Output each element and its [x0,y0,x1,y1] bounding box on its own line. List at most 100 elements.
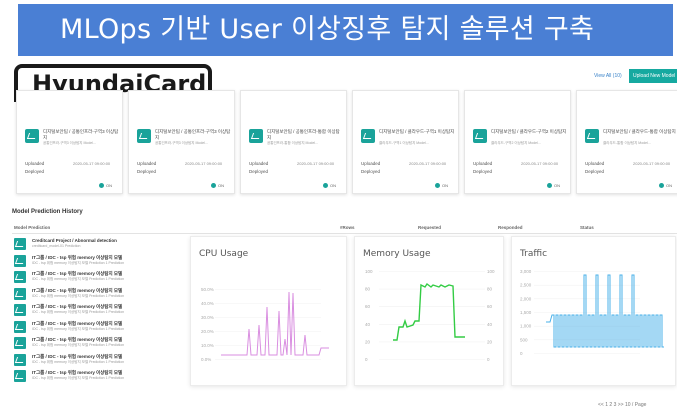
history-row-subtitle: IDC - tsp 위험 memory 이상탐지 모델 Prediction 1… [32,326,125,331]
y-tick-label: 0 [365,357,368,362]
model-card-subtitle: 클라우드-구역2 이상탐지 Model... [491,141,541,145]
history-row[interactable]: IT그룹 / IDC - tsp 위험 memory 이상탐지 모델 IDC - … [14,269,184,285]
model-card-title: 디지털보안팀 / 공통인프라-통합 이상탐지 [267,129,340,140]
col-model-prediction[interactable]: Model Prediction [14,225,50,230]
history-row[interactable]: IT그룹 / IDC - tsp 위험 memory 이상탐지 모델 IDC - … [14,335,184,351]
status-text: ON [442,183,448,188]
status-dot-icon [211,183,216,188]
uploaded-value: 2020-05-17 09:00:00 [409,161,447,166]
y-tick-label: 20.0% [201,329,214,334]
history-row[interactable]: IT그룹 / IDC - tsp 위험 memory 이상탐지 모델 IDC - … [14,253,184,269]
y-tick-label: 3,000 [520,269,532,274]
y-tick-label: 2,000 [520,296,532,301]
model-icon [249,129,263,143]
history-row-subtitle: IDC - tsp 위험 memory 이상탐지 모델 Prediction 1… [32,343,125,347]
history-row-subtitle: IDC - tsp 위험 memory 이상탐지 모델 Prediction 1… [32,310,125,314]
y-tick-label: 2,500 [520,283,532,288]
cpu-usage-chart: 50.0% 40.0% 30.0% 20.0% 10.0% 0.0% [201,287,329,362]
uploaded-value: 2020-05-17 09:00:00 [521,161,559,166]
pagination[interactable]: << 1 2 3 >> 10 / Page [598,402,646,408]
y-tick-label: 1,000 [520,324,532,329]
model-card[interactable]: 디지털보안팀 / 공통인프라-구역3 이상탐지 공통인프라-구역3 이상탐지 Mo… [16,90,123,194]
status-text: ON [666,183,672,188]
history-row-subtitle: IDC - tsp 위험 memory 이상탐지 모델 Prediction 1… [32,260,125,265]
model-card[interactable]: 디지털보안팀 / 클라우드-구역2 이상탐지클라우드-구역2 이상탐지 Mode… [464,90,571,194]
model-card-subtitle: 공통인프라-구역3 이상탐지 Model... [43,141,96,145]
memory-usage-line [393,282,465,341]
y-tick-label: 10.0% [201,343,214,348]
status-dot-icon [547,183,552,188]
status-dot-icon [99,183,104,188]
y-tick-label: 1,500 [520,310,532,315]
traffic-chart: 3,000 2,500 2,000 1,500 1,000 500 0 [520,269,664,356]
history-row-subtitle: IDC - tsp 위험 memory 이상탐지 모델 Prediction 1… [32,359,125,364]
model-card-subtitle: 클라우드-통합 이상탐지 Model... [603,141,651,145]
model-icon [25,129,39,143]
status-text: ON [218,183,224,188]
chart-icon [14,337,26,349]
uploaded-label: Uploaded [473,161,493,166]
y-tick-label: 0.0% [201,357,211,362]
col-status[interactable]: Status [580,225,594,230]
chart-icon [14,353,26,366]
model-card-title: 디지털보안팀 / 클라우드-통합 이상탐지 [603,129,676,134]
uploaded-label: Uploaded [585,161,605,166]
model-icon [137,129,151,143]
history-row-subtitle: IDC - tsp 위험 memory 이상탐지 모델 Prediction 1… [32,376,125,380]
model-card-subtitle: 공통인프라-구역3 이상탐지 Model... [155,141,208,145]
chart-icon [14,320,26,333]
col-requested[interactable]: Requested [418,225,441,230]
model-cards: 디지털보안팀 / 공통인프라-구역3 이상탐지 공통인프라-구역3 이상탐지 Mo… [10,90,677,198]
model-card-title: 디지털보안팀 / 공통인프라-구역3 이상탐지 [155,129,231,140]
deployed-label: Deployed [249,169,269,174]
upload-new-model-button[interactable]: Upload New Model [629,69,677,83]
view-all-link[interactable]: View All (10) [594,73,622,79]
status-dot-icon [323,183,328,188]
y2-tick-label: 20 [487,339,493,344]
status-dot-icon [659,183,664,188]
history-row-title: Creditcard Project / Abnormal detection [32,238,117,243]
y-tick-label: 40 [365,322,371,327]
uploaded-value: 2020-05-17 09:00:00 [633,161,671,166]
y-tick-label: 30.0% [201,315,214,320]
uploaded-value: 2020-05-17 09:00:00 [297,161,335,166]
prediction-history-title: Model Prediction History [12,209,83,215]
uploaded-label: Uploaded [361,161,381,166]
history-row[interactable]: IT그룹 / IDC - tsp 위험 memory 이상탐지 모델 IDC - … [14,302,184,318]
history-row-subtitle: creditcard_model-01 Prediction [32,244,81,248]
history-row[interactable]: IT그룹 / IDC - tsp 위험 memory 이상탐지 모델 IDC - … [14,319,184,335]
y2-tick-label: 80 [487,287,493,292]
model-icon [473,129,487,143]
deployed-label: Deployed [137,169,157,174]
col-rows[interactable]: #Rows [340,225,355,230]
model-card-subtitle: 공통인프라-통합 이상탐지 Model... [267,141,318,145]
memory-usage-chart: 100 80 60 40 20 0 100 80 60 40 20 0 [365,269,495,362]
chart-icon [14,370,26,382]
model-card-subtitle: 클라우드-구역1 이상탐지 Model... [379,141,429,145]
slide-title-banner: MLOps 기반 User 이상징후 탐지 솔루션 구축 [18,4,673,56]
model-card[interactable]: 디지털보안팀 / 클라우드-구역1 이상탐지 클라우드-구역1 이상탐지 Mode… [352,90,459,194]
history-row[interactable]: IT그룹 / IDC - tsp 위험 memory 이상탐지 모델 IDC - … [14,368,184,384]
y2-tick-label: 0 [487,357,490,362]
y-tick-label: 50.0% [201,287,214,292]
model-card-title: 디지털보안팀 / 클라우드-구역2 이상탐지 [491,129,567,134]
status-dot-icon [435,183,440,188]
traffic-line [546,274,664,348]
model-icon [361,129,375,143]
chart-icon [14,254,26,267]
col-responded[interactable]: Responded [498,225,523,230]
deployed-label: Deployed [361,169,381,174]
history-row[interactable]: IT그룹 / IDC - tsp 위험 memory 이상탐지 모델 IDC - … [14,352,184,368]
chart-icon [14,238,26,250]
y-tick-label: 500 [520,337,528,342]
model-card[interactable]: 디지털보안팀 / 공통인프라-구역3 이상탐지 공통인프라-구역3 이상탐지 Mo… [128,90,235,194]
history-row[interactable]: IT그룹 / IDC - tsp 위험 memory 이상탐지 모델 IDC - … [14,286,184,302]
model-icon [585,129,599,143]
y-tick-label: 80 [365,287,371,292]
uploaded-label: Uploaded [25,161,45,166]
chart-icon [14,304,26,316]
model-card[interactable]: 디지털보안팀 / 공통인프라-통합 이상탐지 공통인프라-통합 이상탐지 Mode… [240,90,347,194]
model-card[interactable]: 디지털보안팀 / 클라우드-통합 이상탐지클라우드-통합 이상탐지 Model.… [576,90,677,194]
y-tick-label: 60 [365,304,371,309]
history-row[interactable]: Creditcard Project / Abnormal detection c… [14,236,184,252]
